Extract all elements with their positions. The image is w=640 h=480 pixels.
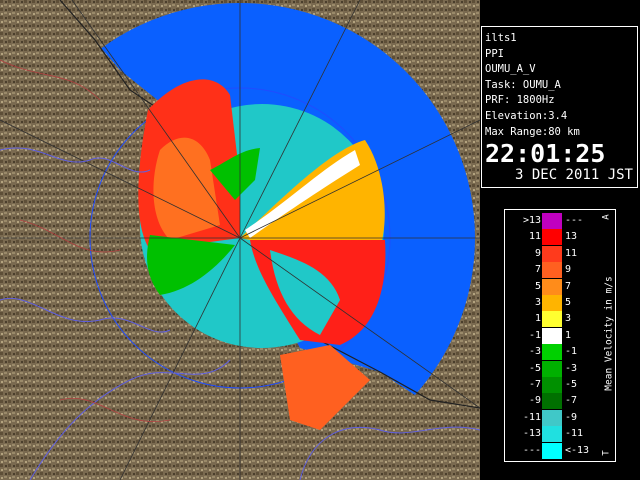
scan-date: 3 DEC 2011 JST <box>514 167 633 184</box>
velocity-legend: >13 --- 11 13 9 11 7 9 5 7 3 5 1 3 -1 1 -3 -1 -5 -3 -7 -5 -9 -7… <box>504 209 616 462</box>
legend-corner-bottom: T <box>601 450 612 456</box>
legend-color-swatch <box>542 245 562 262</box>
legend-color-swatch <box>542 426 562 443</box>
legend-title-text: Mean Velocity in m/s <box>603 276 615 391</box>
legend-color-swatch <box>542 213 562 229</box>
legend-row: 9 11 <box>505 245 601 262</box>
legend-low-label: 11 <box>528 231 541 243</box>
legend-high-label: 13 <box>565 231 578 243</box>
elevation-value: Elevation:3.4 <box>485 109 568 122</box>
legend-row: 79 <box>505 262 601 279</box>
legend-low-label: -13 <box>522 428 541 440</box>
legend-row: -11 -9 <box>505 409 601 426</box>
legend-high-label: -1 <box>565 346 578 358</box>
legend-high-label: -5 <box>565 379 578 390</box>
legend-low-label: -3 <box>528 346 541 358</box>
legend-high-label: 5 <box>565 297 572 308</box>
max-range-value: Max Range:80 km <box>485 125 580 138</box>
legend-row: -13 -11 <box>505 426 601 443</box>
legend-corner-top: A <box>601 214 612 220</box>
legend-low-label: 9 <box>534 247 541 259</box>
legend-low-label: -11 <box>522 411 541 423</box>
legend-low-label: --- <box>522 444 541 456</box>
legend-low-label: 3 <box>534 297 541 308</box>
task-name: Task: OUMU_A <box>485 78 561 91</box>
radar-name: ilts1 <box>485 32 517 44</box>
legend-title: Mean Velocity in m/s <box>601 210 615 461</box>
legend-high-label: -7 <box>565 395 578 407</box>
scan-time: 22:01:25 <box>485 139 606 169</box>
legend-row: 57 <box>505 278 601 295</box>
legend-low-label: 1 <box>534 313 541 325</box>
radar-ppi-map[interactable] <box>0 0 480 480</box>
legend-row: --- <-13 <box>505 442 601 459</box>
legend-color-swatch <box>542 344 562 361</box>
legend-low-label: -9 <box>528 395 541 407</box>
scan-type: PPI <box>485 47 504 60</box>
legend-high-label: 9 <box>565 264 572 276</box>
legend-color-swatch <box>542 442 562 459</box>
legend-low-label: -5 <box>528 362 541 374</box>
legend-row: -9 -7 <box>505 393 601 410</box>
legend-color-swatch <box>542 377 562 393</box>
legend-high-label: --- <box>565 215 584 226</box>
legend-color-swatch <box>542 278 562 295</box>
legend-low-label: -7 <box>528 379 541 390</box>
legend-high-label: 1 <box>565 329 572 341</box>
legend-color-swatch <box>542 327 562 344</box>
legend-row: -1 1 <box>505 327 601 344</box>
legend-row: -5 -3 <box>505 360 601 377</box>
legend-color-swatch <box>542 311 562 328</box>
legend-low-label: >13 <box>522 215 541 226</box>
legend-high-label: 3 <box>565 313 572 325</box>
scan-info-panel: ilts1 PPI OUMU_A_V Task: OUMU_A PRF: 180… <box>481 26 638 188</box>
legend-color-swatch <box>542 262 562 279</box>
legend-high-label: 7 <box>565 280 572 292</box>
legend-row: -7 -5 <box>505 377 601 393</box>
legend-high-label: <-13 <box>565 444 590 456</box>
legend-row: -3 -1 <box>505 344 601 361</box>
legend-color-swatch <box>542 393 562 410</box>
legend-low-label: 7 <box>534 264 541 276</box>
legend-color-swatch <box>542 409 562 426</box>
legend-row: 13 <box>505 311 601 328</box>
legend-low-label: 5 <box>534 280 541 292</box>
legend-low-label: -1 <box>528 329 541 341</box>
legend-high-label: 11 <box>565 247 578 259</box>
legend-color-swatch <box>542 229 562 246</box>
product-name: OUMU_A_V <box>485 63 536 76</box>
legend-color-swatch <box>542 360 562 377</box>
legend-high-label: -3 <box>565 362 578 374</box>
legend-color-swatch <box>542 295 562 311</box>
legend-row: 35 <box>505 295 601 311</box>
legend-row: >13 --- <box>505 213 601 229</box>
prf-value: PRF: 1800Hz <box>485 94 555 107</box>
legend-high-label: -9 <box>565 411 578 423</box>
legend-row: 11 13 <box>505 229 601 246</box>
legend-high-label: -11 <box>565 428 584 440</box>
